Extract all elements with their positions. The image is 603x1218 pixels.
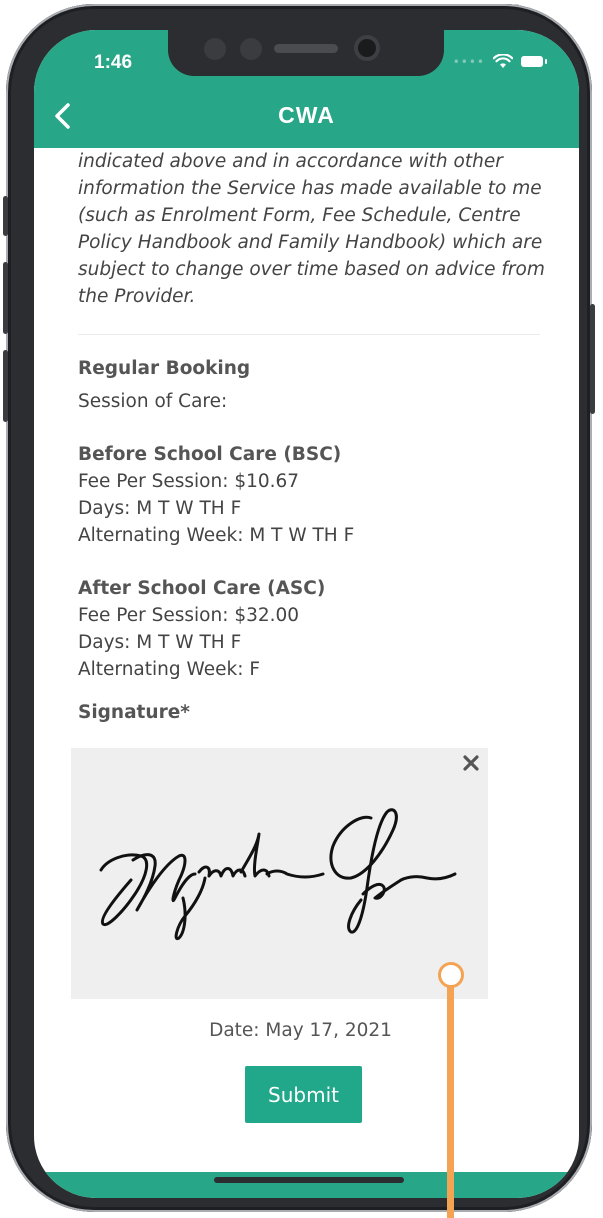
submit-button[interactable]: Submit	[245, 1066, 362, 1123]
phone-side-button	[3, 196, 8, 236]
wifi-icon	[493, 54, 513, 68]
home-indicator[interactable]	[214, 1177, 404, 1183]
divider	[78, 334, 540, 335]
signature-date: Date: May 17, 2021	[209, 1020, 392, 1041]
session-block-asc: After School Care (ASC) Fee Per Session:…	[78, 575, 548, 683]
session-label: Session of Care:	[78, 391, 228, 412]
agreement-text: indicated above and in accordance with o…	[78, 151, 545, 307]
signature-drawing	[99, 808, 457, 941]
session-alternating: Alternating Week: F	[78, 659, 260, 680]
annotation-callout-dot	[438, 962, 464, 988]
sensor-icon	[204, 38, 226, 60]
session-fee: Fee Per Session: $32.00	[78, 605, 300, 626]
camera-icon	[358, 39, 376, 57]
signature-pad[interactable]	[71, 748, 488, 999]
speaker-grille	[274, 44, 338, 53]
signal-dots-icon: ••••	[452, 54, 485, 69]
session-days: Days: M T W TH F	[78, 498, 242, 519]
status-icons: ••••	[452, 54, 547, 69]
session-name: Before School Care (BSC)	[78, 444, 342, 465]
phone-power-button	[590, 304, 595, 414]
booking-heading: Regular Booking	[78, 358, 251, 379]
sensor-icon	[240, 38, 262, 60]
signature-label: Signature*	[78, 702, 190, 723]
session-days: Days: M T W TH F	[78, 632, 242, 653]
annotation-callout-line	[447, 984, 454, 1218]
agreement-content: indicated above and in accordance with o…	[78, 148, 548, 726]
session-name: After School Care (ASC)	[78, 578, 326, 599]
status-time: 1:46	[94, 52, 133, 73]
session-block-bsc: Before School Care (BSC) Fee Per Session…	[78, 441, 548, 549]
session-alternating: Alternating Week: M T W TH F	[78, 525, 355, 546]
phone-volume-up	[3, 262, 8, 334]
session-fee: Fee Per Session: $10.67	[78, 471, 300, 492]
phone-notch	[168, 30, 444, 76]
phone-volume-down	[3, 350, 8, 422]
bottom-bar	[34, 1172, 579, 1198]
page-title: CWA	[278, 102, 335, 128]
battery-icon	[521, 56, 547, 67]
